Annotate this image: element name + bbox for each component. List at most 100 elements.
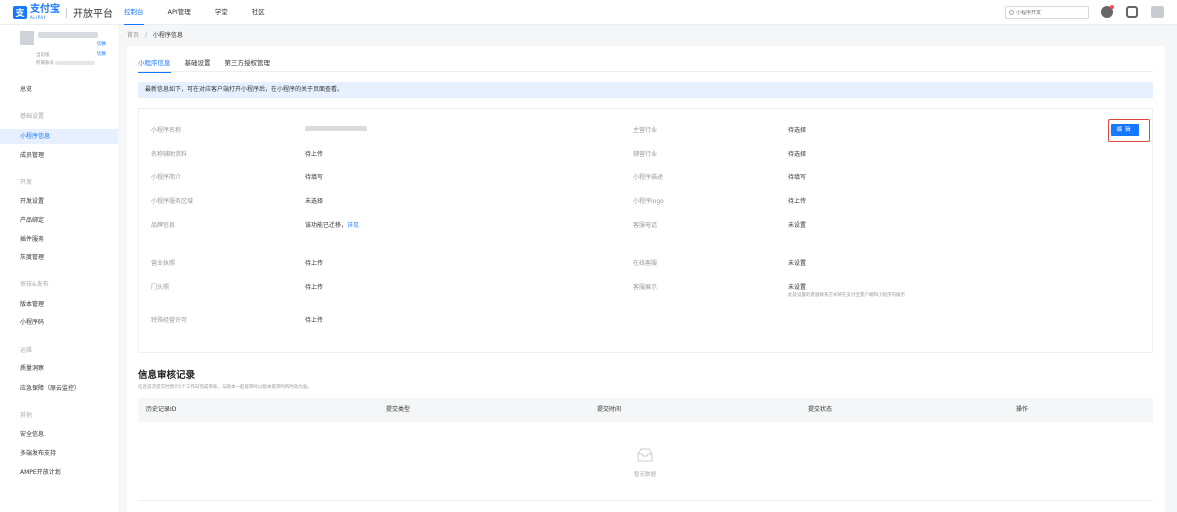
table-bottom-divider bbox=[138, 500, 1153, 501]
field-license-label: 营业执照 bbox=[151, 260, 176, 267]
sidebar-group-label: 基础设置 bbox=[20, 113, 45, 120]
field-service-phone-value: 未设置 bbox=[788, 222, 807, 229]
sidebar-group-label: 审核&发布 bbox=[20, 281, 49, 288]
field-brand-label: 品牌信息 bbox=[151, 222, 176, 229]
alipay-logo[interactable]: 支 支付宝 ALIPAY 开放平台 bbox=[13, 5, 113, 20]
sidebar-item[interactable]: 灰度管理 bbox=[0, 250, 118, 265]
top-bar: 支 支付宝 ALIPAY 开放平台 控制台 API管理 学堂 社区 bbox=[0, 0, 1177, 25]
sidebar-group-label: 其他 bbox=[20, 412, 33, 419]
field-online-service-value: 未设置 bbox=[788, 260, 807, 267]
account-id-blurred bbox=[55, 61, 95, 65]
sidebar-item[interactable]: 插件服务 bbox=[0, 232, 118, 247]
col-submit-time: 提交时间 bbox=[597, 406, 622, 413]
field-description-value: 待填写 bbox=[788, 174, 807, 181]
field-service-display-label: 客服展示 bbox=[633, 284, 658, 291]
field-storefront-value: 待上传 bbox=[305, 284, 324, 291]
brand-details-link[interactable]: 详见 bbox=[347, 222, 359, 229]
sidebar-group-label: 开发 bbox=[20, 179, 33, 186]
info-panel: 小程序名称 名称辅助资料 待上传 小程序简介 待填写 小程序服务区域 未选择 品… bbox=[138, 108, 1153, 353]
sidebar-group-label: 运维 bbox=[20, 347, 33, 354]
main-card: 小程序信息 基础设置 第三方授权管理 最新信息如下，可在对应客户端打开小程序后，… bbox=[127, 46, 1165, 512]
col-submit-status: 提交状态 bbox=[808, 406, 833, 413]
sidebar-item[interactable]: 安全信息 bbox=[0, 427, 118, 442]
sidebar-item[interactable]: AMPE开放计划 bbox=[0, 465, 118, 480]
sidebar-item[interactable]: 开发设置 bbox=[0, 194, 118, 209]
sidebar-item[interactable]: 质量洞察 bbox=[0, 361, 118, 376]
field-special-permit-label: 特殊经营许可 bbox=[151, 317, 188, 324]
breadcrumb-current: 小程序信息 bbox=[152, 32, 183, 39]
sidebar-item[interactable]: 版本管理 bbox=[0, 297, 118, 312]
col-submit-type: 提交类型 bbox=[386, 406, 411, 413]
search-input[interactable] bbox=[1016, 9, 1086, 16]
audit-table-header: 历史记录ID 提交类型 提交时间 提交状态 操作 bbox=[138, 398, 1153, 422]
edit-button[interactable]: 编辑 bbox=[1111, 124, 1139, 136]
field-service-display-hint: 此处设置的客服联系方式将在支付宝客户端和小程序内展示 bbox=[788, 293, 905, 298]
breadcrumb-home[interactable]: 首页 bbox=[127, 32, 139, 39]
field-sub-industry-label: 辅营行业 bbox=[633, 151, 658, 158]
field-intro-value: 待填写 bbox=[305, 174, 324, 181]
empty-text: 暂无数据 bbox=[634, 472, 657, 478]
account-avatar bbox=[20, 31, 34, 45]
account-name-blurred bbox=[38, 32, 98, 38]
field-service-display-value: 未设置 bbox=[788, 284, 807, 291]
notification-dot bbox=[1110, 5, 1114, 9]
search-icon bbox=[1009, 10, 1014, 15]
field-main-industry-value: 待选择 bbox=[788, 127, 807, 134]
info-notice: 最新信息如下，可在对应客户端打开小程序后，在小程序的关于页面查看。 bbox=[138, 82, 1153, 98]
account-label-1: 当前版 bbox=[36, 53, 50, 58]
field-main-industry-label: 主营行业 bbox=[633, 127, 658, 134]
field-area-label: 小程序服务区域 bbox=[151, 198, 194, 205]
nav-academy[interactable]: 学堂 bbox=[215, 0, 228, 25]
logo-text: 支付宝 ALIPAY bbox=[30, 5, 60, 20]
search-box[interactable] bbox=[1005, 6, 1089, 19]
account-label-2: 所属账号 bbox=[36, 61, 54, 66]
field-name-label: 小程序名称 bbox=[151, 127, 182, 134]
message-icon[interactable] bbox=[1126, 6, 1138, 18]
tabs-divider bbox=[138, 71, 1153, 72]
field-online-service-label: 在线客服 bbox=[633, 260, 658, 267]
col-actions: 操作 bbox=[1016, 406, 1029, 413]
nav-console[interactable]: 控制台 bbox=[124, 0, 144, 25]
nav-community[interactable]: 社区 bbox=[252, 0, 265, 25]
field-name-value bbox=[305, 125, 367, 132]
logo-divider bbox=[66, 7, 67, 18]
field-license-value: 待上传 bbox=[305, 260, 324, 267]
user-avatar[interactable] bbox=[1151, 6, 1164, 18]
audit-section-subtitle: 信息首次提交时预计1个工作日完成审核，与版本一起提审时以版本提审时的时效为准。 bbox=[138, 385, 312, 390]
field-sub-industry-value: 待选择 bbox=[788, 151, 807, 158]
field-brand-value: 该功能已迁移，详见 bbox=[305, 222, 360, 229]
account-panel: 切换 当前版 切换 所属账号 bbox=[0, 25, 118, 73]
sidebar-item[interactable]: 小程序信息 bbox=[0, 129, 118, 144]
field-service-phone-label: 客服电话 bbox=[633, 222, 658, 229]
alipay-logo-icon: 支 bbox=[13, 6, 27, 19]
sidebar-item[interactable]: 产品绑定 bbox=[0, 213, 118, 228]
breadcrumb-sep: / bbox=[144, 32, 147, 39]
col-history-id: 历史记录ID bbox=[146, 406, 177, 413]
notification-bell-icon[interactable] bbox=[1101, 5, 1114, 18]
sidebar-item[interactable]: 成员管理 bbox=[0, 148, 118, 163]
switch-link-2[interactable]: 切换 bbox=[97, 51, 106, 57]
platform-title: 开放平台 bbox=[73, 9, 113, 20]
sidebar-item[interactable]: 小程序码 bbox=[0, 315, 118, 330]
logo-en: ALIPAY bbox=[30, 15, 47, 20]
field-special-permit-value: 待上传 bbox=[305, 317, 324, 324]
field-logo-value: 待上传 bbox=[788, 198, 807, 205]
audit-section-title: 信息审核记录 bbox=[138, 370, 196, 381]
field-area-value: 未选择 bbox=[305, 198, 324, 205]
sidebar-item[interactable]: 总览 bbox=[0, 82, 118, 97]
nav-api[interactable]: API管理 bbox=[168, 0, 191, 25]
sidebar-item[interactable]: 应急保障（原云监控） bbox=[0, 381, 118, 396]
empty-inbox-icon bbox=[637, 448, 653, 462]
sidebar: 切换 当前版 切换 所属账号 总览基础设置小程序信息成员管理开发开发设置产品绑定… bbox=[0, 25, 118, 512]
breadcrumb: 首页 / 小程序信息 bbox=[127, 30, 183, 39]
field-logo-label: 小程序logo bbox=[633, 198, 664, 205]
field-name-aux-value: 待上传 bbox=[305, 151, 324, 158]
mini-program-name-blurred bbox=[305, 126, 367, 131]
top-nav: 控制台 API管理 学堂 社区 bbox=[124, 0, 289, 25]
sidebar-item[interactable]: 多端发布支持 bbox=[0, 446, 118, 461]
field-description-label: 小程序描述 bbox=[633, 174, 664, 181]
logo-cn: 支付宝 bbox=[30, 4, 60, 15]
field-name-aux-label: 名称辅助资料 bbox=[151, 151, 188, 158]
field-storefront-label: 门头照 bbox=[151, 284, 170, 291]
switch-link-1[interactable]: 切换 bbox=[97, 41, 106, 47]
